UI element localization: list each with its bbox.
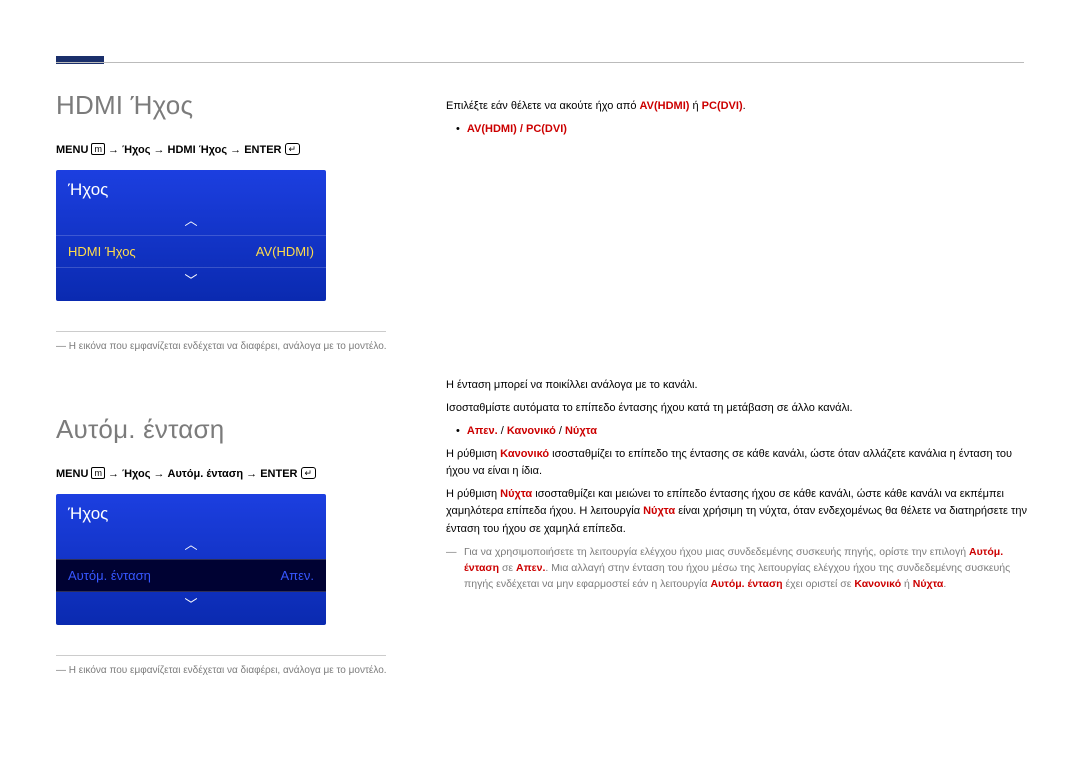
chevron-down-icon[interactable]: ﹀ (56, 268, 326, 295)
chevron-up-icon[interactable]: ︿ (56, 208, 326, 235)
text: έχει οριστεί σε (783, 578, 855, 590)
footnote-image-differ-1: Η εικόνα που εμφανίζεται ενδέχεται να δι… (56, 340, 396, 354)
breadcrumb-enter: ENTER (244, 144, 281, 156)
option-night: Νύχτα (913, 578, 944, 590)
enter-icon: ↵ (301, 467, 317, 479)
option-night: Νύχτα (643, 505, 675, 517)
breadcrumb-enter: ENTER (260, 468, 297, 480)
osd-row-label: HDMI Ήχος (68, 244, 136, 259)
text: Για να χρησιμοποιήσετε τη λειτουργία ελέ… (464, 546, 969, 558)
text: . (743, 100, 746, 112)
section-title-auto-volume: Αυτόμ. ένταση (56, 414, 396, 445)
menu-icon: m (91, 143, 105, 155)
text: Επιλέξτε εάν θέλετε να ακούτε ήχο από (446, 100, 640, 112)
text: . (943, 578, 946, 590)
osd-title: Ήχος (56, 494, 326, 532)
text: / (556, 425, 565, 437)
text: σε (499, 562, 516, 574)
auto-volume-note: Για να χρησιμοποιήσετε τη λειτουργία ελέ… (446, 544, 1030, 593)
breadcrumb: MENU m → Ήχος → HDMI Ήχος → ENTER ↵ (56, 143, 396, 156)
breadcrumb-auto-volume: Αυτόμ. ένταση (168, 468, 244, 480)
osd-row-auto-volume[interactable]: Αυτόμ. ένταση Απεν. (56, 559, 326, 592)
option-off: Απεν. (516, 562, 545, 574)
option-normal: Κανονικό (854, 578, 901, 590)
osd-title: Ήχος (56, 170, 326, 208)
option-avhdmi: AV(HDMI) (640, 100, 690, 112)
osd-menu-sound-1: Ήχος ︿ HDMI Ήχος AV(HDMI) ﹀ (56, 170, 326, 301)
text: ή (689, 100, 701, 112)
auto-volume-p3: Η ρύθμιση Κανονικό ισοσταθμίζει το επίπε… (446, 446, 1030, 480)
option-night: Νύχτα (500, 488, 532, 500)
breadcrumb-menu: MENU (56, 144, 88, 156)
top-divider (56, 62, 1024, 63)
enter-icon: ↵ (285, 143, 301, 155)
option-night: Νύχτα (565, 425, 597, 437)
text: / (498, 425, 507, 437)
option-off: Απεν. (467, 425, 498, 437)
breadcrumb-sound: Ήχος (122, 144, 150, 156)
text: ή (901, 578, 913, 590)
auto-volume-p1: Η ένταση μπορεί να ποικίλλει ανάλογα με … (446, 377, 1030, 394)
osd-menu-sound-2: Ήχος ︿ Αυτόμ. ένταση Απεν. ﹀ (56, 494, 326, 625)
chevron-down-icon[interactable]: ﹀ (56, 592, 326, 619)
auto-volume-p4: Η ρύθμιση Νύχτα ισοσταθμίζει και μειώνει… (446, 486, 1030, 537)
osd-row-value: AV(HDMI) (256, 244, 314, 259)
breadcrumb: MENU m → Ήχος → Αυτόμ. ένταση → ENTER ↵ (56, 467, 396, 480)
hdmi-sound-intro: Επιλέξτε εάν θέλετε να ακούτε ήχο από AV… (446, 98, 1030, 115)
osd-row-hdmi-sound[interactable]: HDMI Ήχος AV(HDMI) (56, 235, 326, 268)
divider (56, 331, 386, 332)
option-list: AV(HDMI) / PC(DVI) (467, 123, 567, 135)
text: Η ρύθμιση (446, 488, 500, 500)
option-normal: Κανονικό (500, 448, 549, 460)
osd-row-label: Αυτόμ. ένταση (68, 568, 151, 583)
text: Η ρύθμιση (446, 448, 500, 460)
breadcrumb-sound: Ήχος (122, 468, 150, 480)
chevron-up-icon[interactable]: ︿ (56, 532, 326, 559)
menu-icon: m (91, 467, 105, 479)
option-pcdvi: PC(DVI) (702, 100, 743, 112)
section-title-hdmi-sound: HDMI Ήχος (56, 90, 396, 121)
auto-volume-p2: Ισοσταθμίστε αυτόματα το επίπεδο έντασης… (446, 400, 1030, 417)
breadcrumb-hdmi-sound: HDMI Ήχος (168, 144, 228, 156)
list-item: AV(HDMI) / PC(DVI) (446, 121, 1030, 139)
breadcrumb-menu: MENU (56, 468, 88, 480)
footnote-image-differ-2: Η εικόνα που εμφανίζεται ενδέχεται να δι… (56, 664, 396, 678)
divider (56, 655, 386, 656)
osd-row-value: Απεν. (280, 568, 314, 583)
option-auto-volume: Αυτόμ. ένταση (710, 578, 782, 590)
option-normal: Κανονικό (507, 425, 556, 437)
list-item: Απεν. / Κανονικό / Νύχτα (446, 423, 1030, 441)
